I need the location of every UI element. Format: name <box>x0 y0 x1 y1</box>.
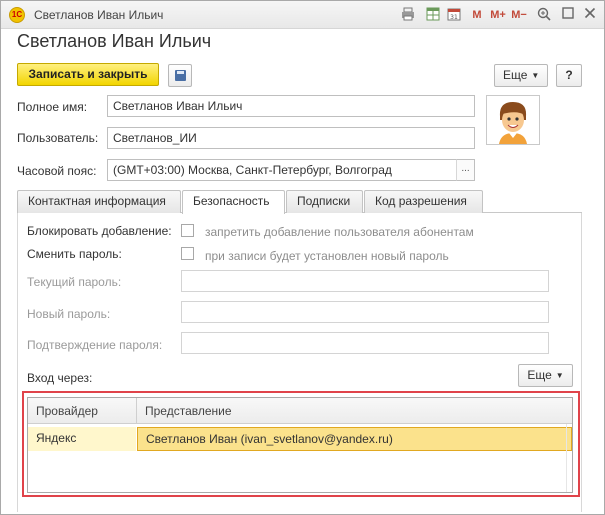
full-name-input[interactable]: Светланов Иван Ильич <box>107 95 475 117</box>
current-password-input[interactable] <box>181 270 549 292</box>
change-password-label: Сменить пароль: <box>27 247 122 261</box>
confirm-password-label: Подтверждение пароля: <box>27 338 163 352</box>
login-via-more-button[interactable]: Еще ▼ <box>518 364 573 387</box>
maximize-icon[interactable] <box>562 7 574 23</box>
confirm-password-input[interactable] <box>181 332 549 354</box>
save-icon[interactable] <box>168 64 192 87</box>
tab-security[interactable]: Безопасность <box>182 190 285 214</box>
calendar-icon[interactable]: 31 <box>447 7 461 23</box>
provider-cell[interactable]: Яндекс <box>28 427 136 451</box>
column-representation[interactable]: Представление <box>136 398 572 424</box>
memory-m-icon[interactable]: M <box>471 7 483 23</box>
change-password-text: при записи будет установлен новый пароль <box>205 249 449 263</box>
memory-plus-icon[interactable]: M+ <box>490 7 506 23</box>
user-label: Пользователь: <box>17 131 99 145</box>
block-add-text: запретить добавление пользователя абонен… <box>205 225 474 239</box>
timezone-label: Часовой пояс: <box>17 164 97 178</box>
timezone-select-button[interactable]: ... <box>456 159 475 181</box>
block-add-checkbox[interactable] <box>181 224 194 237</box>
app-logo-icon[interactable]: 1С <box>9 7 25 23</box>
login-via-label: Вход через: <box>27 371 93 385</box>
svg-text:31: 31 <box>450 14 458 21</box>
full-name-label: Полное имя: <box>17 100 88 114</box>
tab-subscriptions[interactable]: Подписки <box>286 190 363 213</box>
more-actions-button[interactable]: Еще ▼ <box>494 64 548 87</box>
providers-table[interactable]: Провайдер Представление Яндекс Светланов… <box>27 397 573 493</box>
new-password-label: Новый пароль: <box>27 307 111 321</box>
tab-permission-code[interactable]: Код разрешения <box>364 190 483 213</box>
timezone-input[interactable]: (GMT+03:00) Москва, Санкт-Петербург, Вол… <box>107 159 457 181</box>
table-scrollbar[interactable] <box>566 424 572 492</box>
new-password-input[interactable] <box>181 301 549 323</box>
user-form-window: 1С Светланов Иван Ильич 31 M M+ M− Светл… <box>0 0 605 515</box>
avatar-icon <box>499 102 527 144</box>
table-header: Провайдер Представление <box>28 398 572 424</box>
zoom-icon[interactable] <box>537 7 551 23</box>
memory-minus-icon[interactable]: M− <box>511 7 527 23</box>
block-add-label: Блокировать добавление: <box>27 224 172 238</box>
more-label: Еще <box>503 68 528 82</box>
table-row[interactable]: Яндекс Светланов Иван (ivan_svetlanov@ya… <box>28 427 572 451</box>
chevron-down-icon: ▼ <box>531 71 540 80</box>
chevron-down-icon: ▼ <box>555 371 564 380</box>
tab-contact-info[interactable]: Контактная информация <box>17 190 181 213</box>
page-title: Светланов Иван Ильич <box>17 31 212 51</box>
title-bar: 1С Светланов Иван Ильич 31 M M+ M− <box>1 1 604 29</box>
user-input[interactable]: Светланов_ИИ <box>107 127 475 149</box>
save-and-close-button[interactable]: Записать и закрыть <box>17 63 159 86</box>
current-password-label: Текущий пароль: <box>27 275 122 289</box>
column-provider[interactable]: Провайдер <box>28 398 136 424</box>
close-icon[interactable] <box>584 7 596 23</box>
avatar[interactable] <box>486 95 540 145</box>
print-icon[interactable] <box>401 7 415 23</box>
table-icon[interactable] <box>426 7 440 23</box>
representation-cell[interactable]: Светланов Иван (ivan_svetlanov@yandex.ru… <box>137 427 572 451</box>
more-label: Еще <box>527 368 552 382</box>
window-title: Светланов Иван Ильич <box>34 8 164 22</box>
change-password-checkbox[interactable] <box>181 247 194 260</box>
help-button[interactable]: ? <box>556 64 582 87</box>
